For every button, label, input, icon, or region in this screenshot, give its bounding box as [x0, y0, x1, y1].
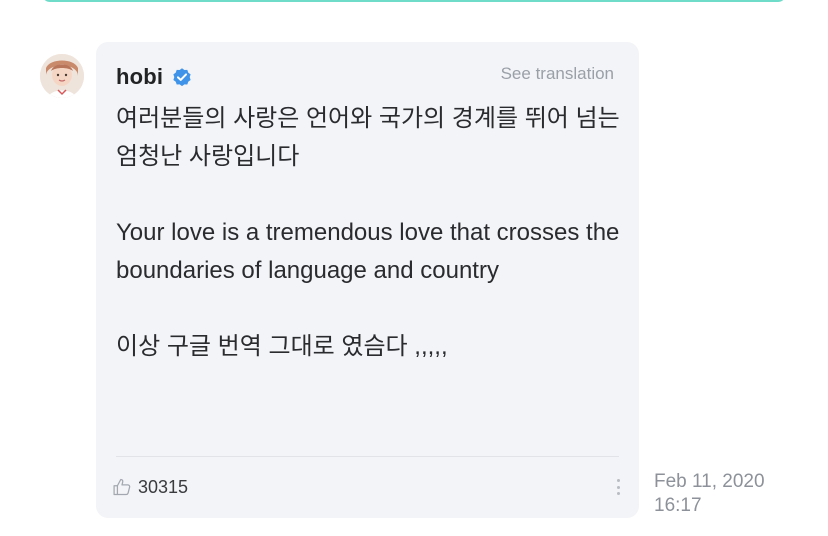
- verified-badge-icon: [173, 68, 191, 87]
- post-body-note: 이상 구글 번역 그대로 였슴다 ,,,,,: [116, 333, 448, 360]
- like-count: 30315: [138, 476, 189, 497]
- author-row: hobi: [116, 62, 193, 92]
- post-body-korean: 여러분들의 사랑은 언어와 국가의 경계를 뛰어 넘는 엄청난 사랑입니다: [116, 105, 620, 170]
- divider: [116, 456, 619, 457]
- more-dot: [616, 479, 620, 482]
- more-dot: [616, 485, 620, 489]
- avatar[interactable]: [40, 54, 84, 98]
- post-body-english: Your love is a tremendous love that cros…: [116, 219, 620, 284]
- more-vertical-icon[interactable]: [610, 476, 626, 498]
- thumbs-up-icon: [113, 478, 131, 496]
- avatar-image: [40, 54, 84, 98]
- timestamp-date: Feb 11, 2020: [654, 471, 765, 492]
- post-body: 여러분들의 사랑은 언어와 국가의 경계를 뛰어 넘는 엄청난 사랑입니다 Yo…: [116, 100, 621, 366]
- previous-card-edge: [42, 0, 786, 2]
- author-name[interactable]: hobi: [116, 64, 163, 90]
- timestamp-time: 16:17: [654, 495, 702, 516]
- more-dot: [616, 492, 620, 495]
- see-translation-link[interactable]: See translation: [501, 64, 614, 84]
- like-button[interactable]: 30315: [112, 474, 188, 500]
- timestamp: Feb 11, 2020 16:17: [654, 470, 765, 518]
